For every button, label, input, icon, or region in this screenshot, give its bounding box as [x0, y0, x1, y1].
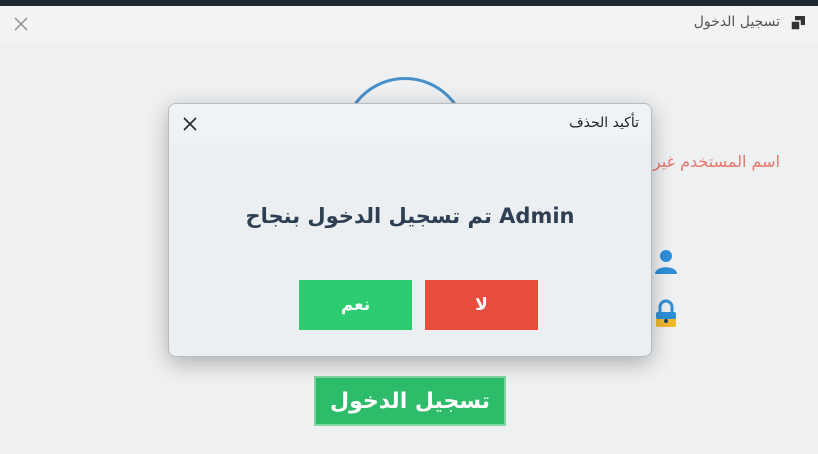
dialog-message: Admin تم تسجيل الدخول بنجاح: [245, 204, 575, 228]
confirm-dialog: تأكيد الحذف Admin تم تسجيل الدخول بنجاح …: [168, 103, 652, 357]
close-icon: [14, 17, 28, 31]
yes-button[interactable]: نعم: [299, 280, 412, 330]
window-close-button[interactable]: [10, 13, 32, 35]
close-icon: [183, 117, 197, 131]
dialog-close-button[interactable]: [179, 113, 201, 135]
no-button[interactable]: لا: [425, 280, 538, 330]
dialog-header: تأكيد الحذف: [169, 104, 651, 143]
window-title: تسجيل الدخول: [693, 14, 780, 30]
app-window-icon: [790, 16, 805, 31]
title-bar: تسجيل الدخول: [0, 6, 818, 42]
dialog-title: تأكيد الحذف: [569, 115, 639, 131]
